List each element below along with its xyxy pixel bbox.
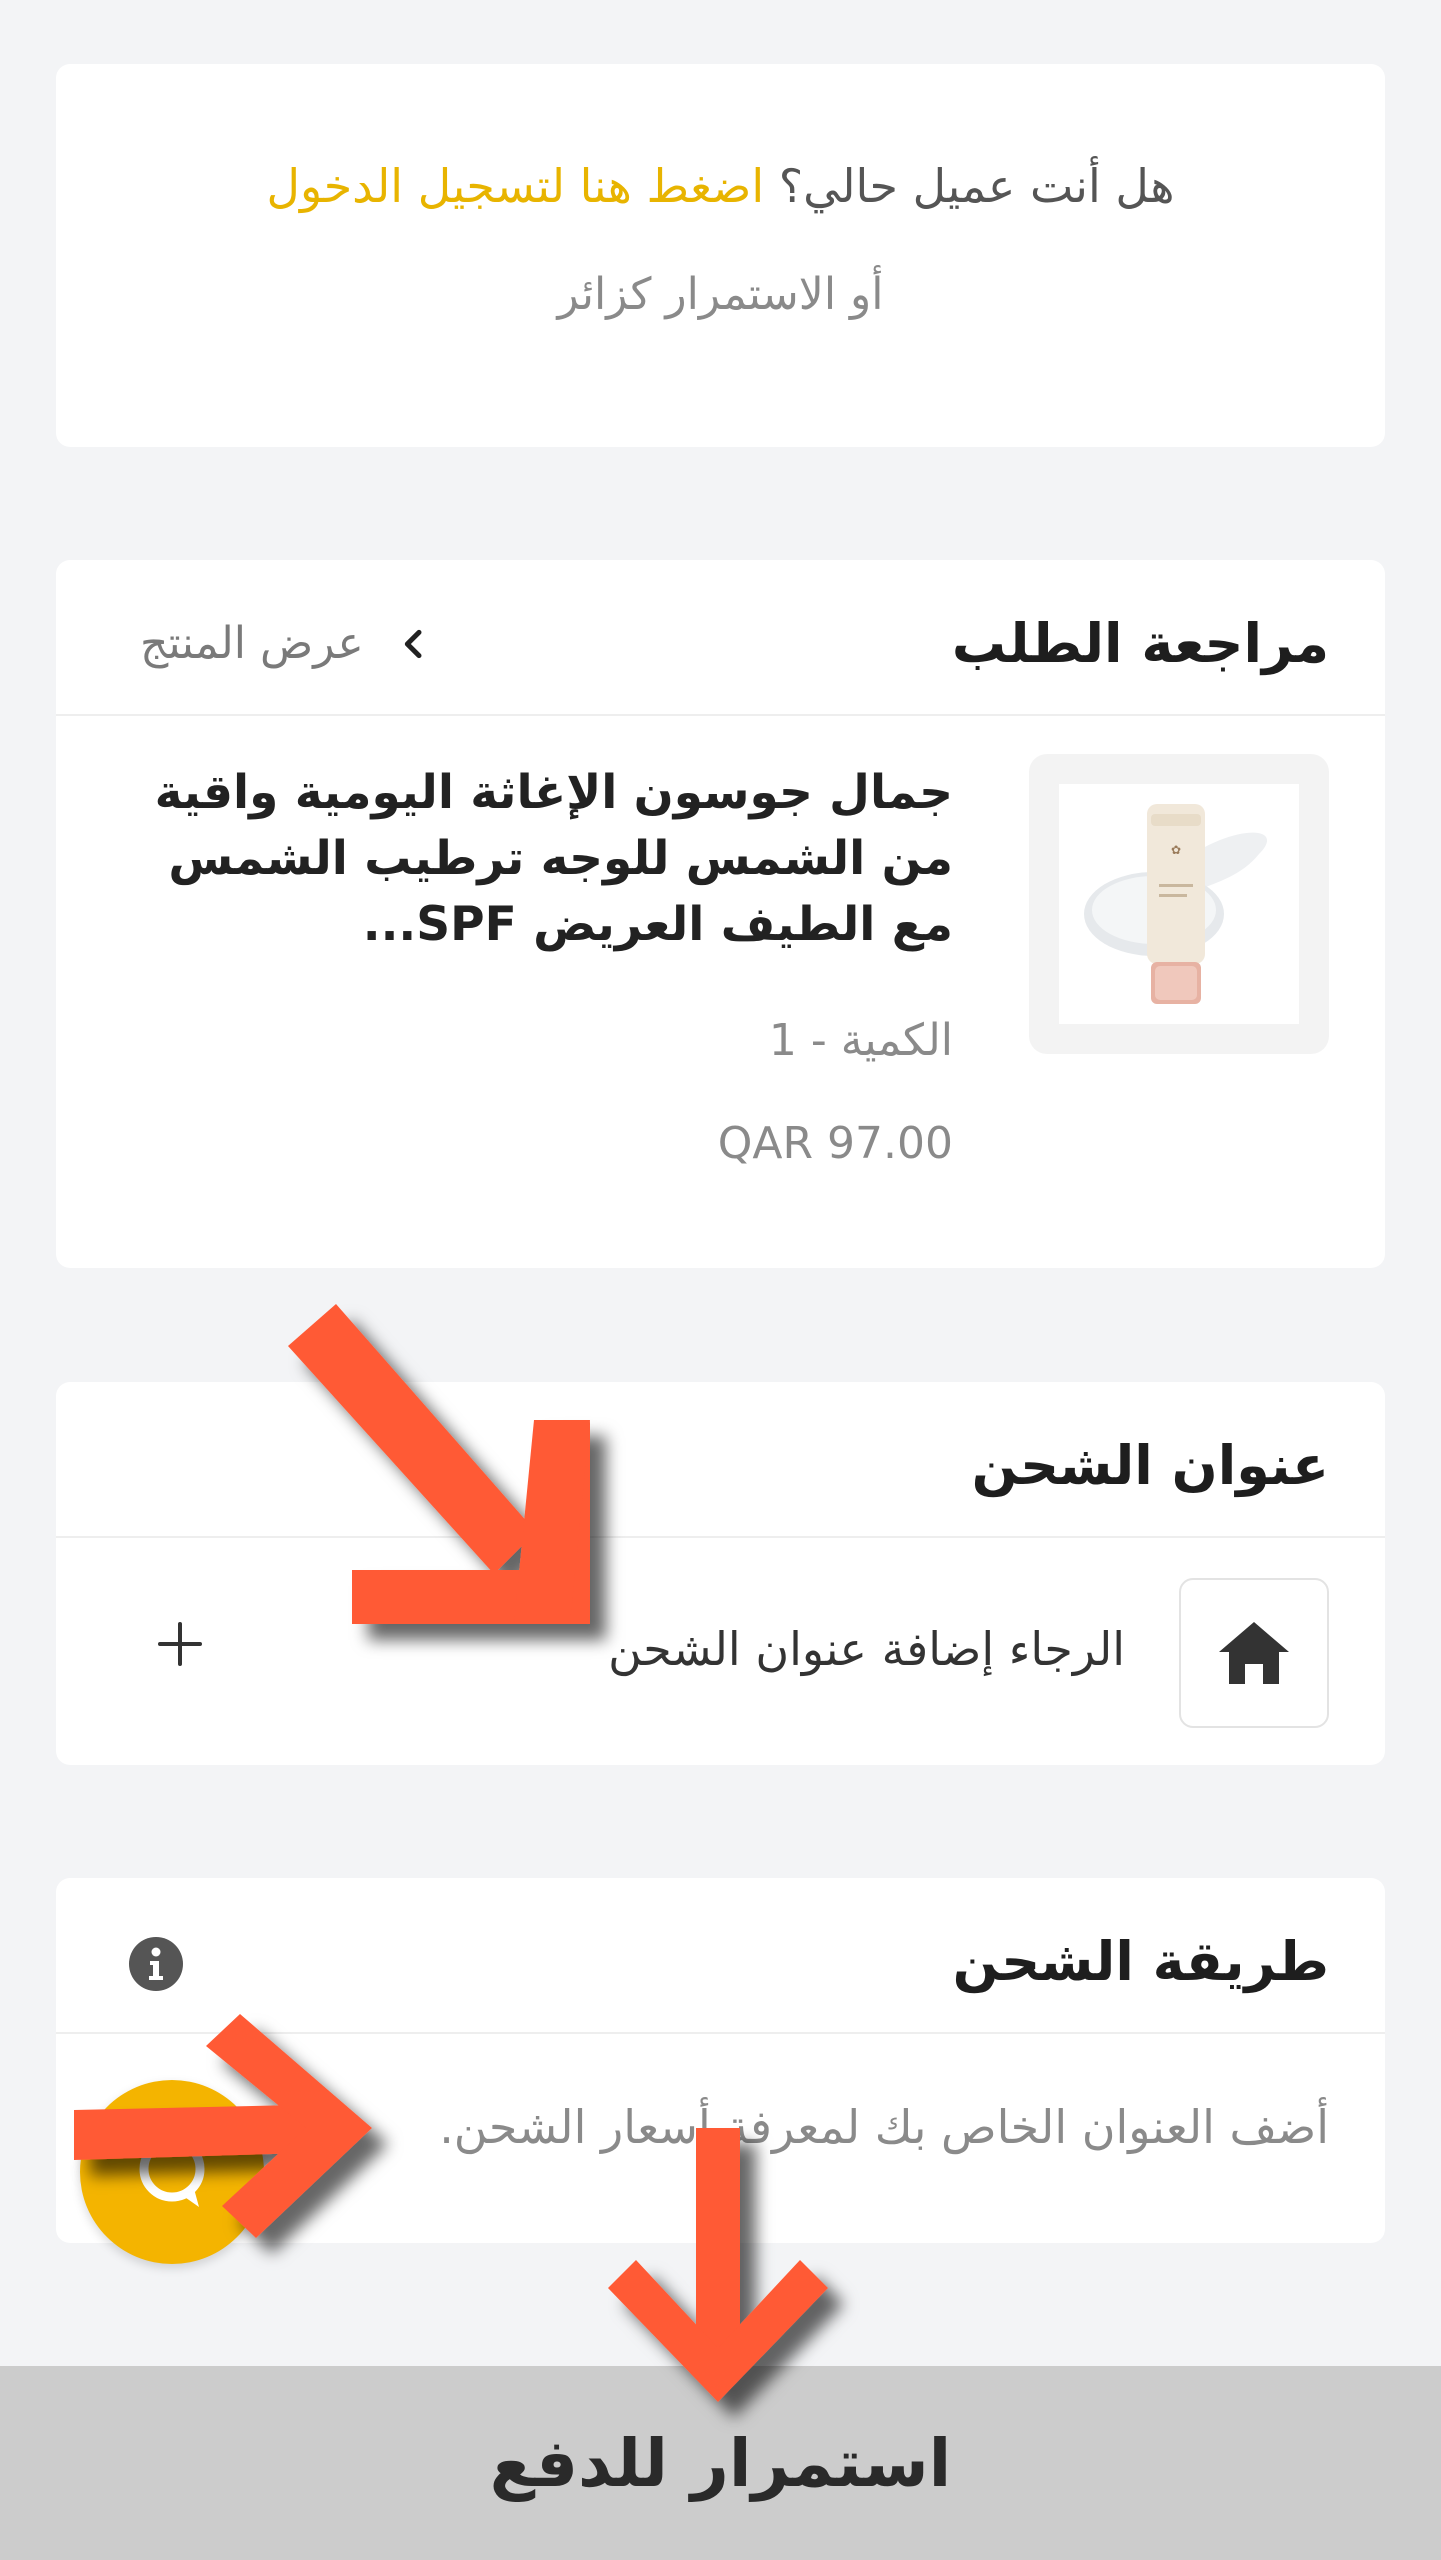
chat-bubble-icon [139,2136,205,2207]
product-name[interactable]: جمال جوسون الإغاثة اليومية واقية من الشم… [133,760,953,958]
home-icon [1219,1622,1289,1684]
sunscreen-tube-image: ✿ [1084,804,1268,1004]
login-link[interactable]: اضغط هنا لتسجيل الدخول [267,159,765,213]
continue-to-payment-button[interactable]: استمرار للدفع [0,2366,1441,2560]
info-icon[interactable] [128,1936,184,1992]
shipping-method-title: طريقة الشحن [952,1930,1329,1993]
divider [56,2032,1385,2034]
product-price: QAR 97.00 [717,1118,953,1169]
login-prompt: هل أنت عميل حالي؟ اضغط هنا لتسجيل الدخول [56,159,1385,213]
product-image[interactable]: ✿ [1029,754,1329,1054]
chat-button[interactable] [80,2080,264,2264]
add-shipping-address-prompt[interactable]: الرجاء إضافة عنوان الشحن [608,1622,1125,1676]
login-card: هل أنت عميل حالي؟ اضغط هنا لتسجيل الدخول… [56,64,1385,447]
order-review-title: مراجعة الطلب [951,612,1329,675]
product-quantity: الكمية - 1 [768,1015,953,1066]
svg-text:✿: ✿ [1171,843,1181,857]
view-product-label: عرض المنتج [140,618,364,669]
shipping-method-hint: أضف العنوان الخاص بك لمعرفة أسعار الشحن. [439,2100,1329,2154]
shipping-address-card: عنوان الشحن الرجاء إضافة عنوان الشحن [56,1382,1385,1765]
continue-as-guest[interactable]: أو الاستمرار كزائر [56,269,1385,320]
add-address-button[interactable] [140,1604,220,1684]
chevron-left-icon [404,629,422,658]
shipping-address-title: عنوان الشحن [971,1434,1329,1497]
divider [56,1536,1385,1538]
plus-icon [158,1622,202,1666]
divider [56,714,1385,716]
login-question: هل أنت عميل حالي؟ [778,159,1175,213]
home-icon-box [1179,1578,1329,1728]
view-product-link[interactable]: عرض المنتج [140,618,434,669]
order-review-card: مراجعة الطلب عرض المنتج ✿ جمال جوسون الإ… [56,560,1385,1268]
